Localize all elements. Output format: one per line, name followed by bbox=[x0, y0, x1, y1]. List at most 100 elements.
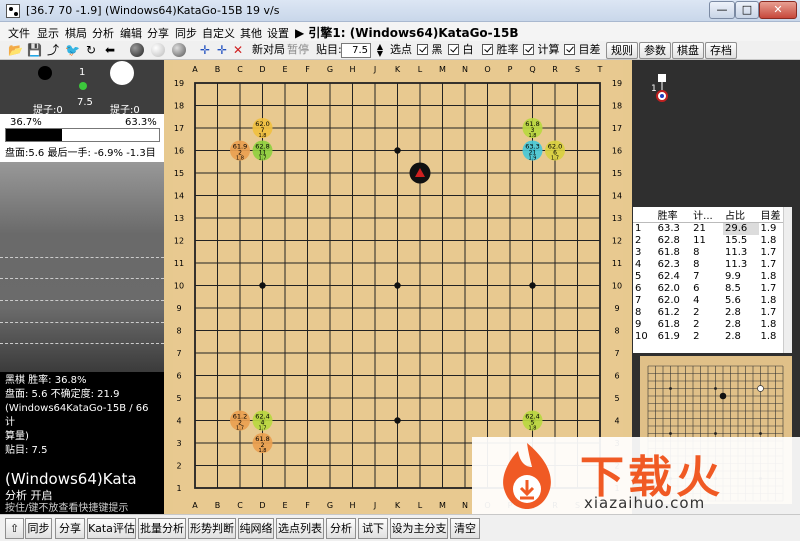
table-cell: 10 bbox=[635, 331, 648, 342]
table-row[interactable]: 10 61.9 2 2.8 1.8 bbox=[633, 331, 791, 343]
table-header-row: 胜率 计... 占比 目差 bbox=[633, 207, 791, 223]
sync-button[interactable]: 同步 bbox=[25, 518, 52, 539]
engine-selector[interactable]: ▶ 引擎1: (Windows64)KataGo-15B bbox=[295, 24, 519, 41]
window-title: [36.7 70 -1.9] (Windows64)KataGo-15B 19 … bbox=[26, 4, 280, 17]
komi-input[interactable] bbox=[341, 43, 371, 58]
table-row[interactable]: 5 62.4 7 9.9 1.8 bbox=[633, 271, 791, 283]
share-icon[interactable]: ⤴ bbox=[46, 43, 60, 57]
menu-analysis[interactable]: 分析 bbox=[92, 25, 114, 41]
column-label: N bbox=[462, 501, 468, 510]
try-button[interactable]: 试下 bbox=[358, 518, 388, 539]
table-cell: 2 bbox=[635, 235, 642, 246]
target-checkbox[interactable]: 目差 bbox=[562, 42, 601, 58]
menu-settings[interactable]: 设置 bbox=[267, 25, 289, 41]
refresh-icon[interactable]: ↻ bbox=[84, 43, 98, 57]
calc-checkbox-label: 计算 bbox=[537, 43, 560, 56]
winrate-graph[interactable] bbox=[0, 160, 164, 372]
menu-other[interactable]: 其他 bbox=[240, 25, 262, 41]
calc-check-icon[interactable] bbox=[523, 44, 534, 55]
table-cell: 4 bbox=[693, 295, 700, 306]
candidates-table[interactable]: 胜率 计... 占比 目差 1 63.3 21 29.6 1.9 2 62.8 11 15.5 1… bbox=[633, 207, 791, 353]
winrate-check-icon[interactable] bbox=[482, 44, 493, 55]
column-label: S bbox=[575, 65, 580, 74]
analysis-panel: 黑棋 胜率: 36.8% 盘面: 5.6 不确定度: 21.9 (Windows… bbox=[0, 372, 164, 514]
table-cell: 61.8 bbox=[657, 319, 680, 330]
winrate-checkbox[interactable]: 胜率 bbox=[480, 42, 519, 58]
row-label: 17 bbox=[612, 124, 622, 133]
main-branch-button[interactable]: 设为主分支 bbox=[390, 518, 448, 539]
home-icon[interactable]: ⇧ bbox=[5, 518, 24, 539]
col-header-winrate[interactable]: 胜率 bbox=[655, 207, 692, 223]
menu-sync[interactable]: 同步 bbox=[175, 25, 197, 41]
column-label: K bbox=[395, 501, 401, 510]
row-label: 5 bbox=[614, 394, 619, 403]
table-row[interactable]: 2 62.8 11 15.5 1.8 bbox=[633, 235, 791, 247]
col-header-share[interactable]: 占比 bbox=[722, 207, 759, 223]
move-number: 1 bbox=[79, 67, 86, 78]
white-checkbox[interactable]: 白 bbox=[446, 42, 474, 58]
black-stone-icon[interactable] bbox=[130, 43, 144, 57]
pure-network-button[interactable]: 纯网络 bbox=[238, 518, 274, 539]
table-row[interactable]: 8 61.2 2 2.8 1.7 bbox=[633, 307, 791, 319]
rules-button[interactable]: 规则 bbox=[606, 42, 638, 59]
table-row[interactable]: 9 61.8 2 2.8 1.8 bbox=[633, 319, 791, 331]
table-cell: 62.8 bbox=[657, 235, 680, 246]
menu-edit[interactable]: 编辑 bbox=[120, 25, 142, 41]
pause-button[interactable]: 暂停 bbox=[287, 42, 309, 58]
black-check-icon[interactable] bbox=[417, 44, 428, 55]
col-header[interactable] bbox=[633, 207, 656, 223]
target-check-icon[interactable] bbox=[564, 44, 575, 55]
candidate-score: 1.7 bbox=[259, 156, 267, 162]
menu-view[interactable]: 显示 bbox=[37, 25, 59, 41]
table-row[interactable]: 3 61.8 8 11.3 1.7 bbox=[633, 247, 791, 259]
maximize-button[interactable]: □ bbox=[735, 1, 759, 19]
add-cross-icon[interactable]: ✛ bbox=[198, 43, 212, 57]
share-button[interactable]: 分享 bbox=[55, 518, 85, 539]
komi-value: 7.5 bbox=[77, 97, 93, 108]
menu-custom[interactable]: 自定义 bbox=[202, 25, 235, 41]
komi-stepper-icon[interactable]: ▲ ▼ bbox=[373, 43, 387, 58]
row-label: 12 bbox=[174, 237, 184, 246]
star-point bbox=[529, 282, 536, 289]
table-cell: 8 bbox=[693, 259, 700, 270]
candidate-score: 1.7 bbox=[236, 426, 244, 432]
table-scrollbar[interactable] bbox=[783, 207, 792, 353]
row-label: 15 bbox=[174, 169, 184, 178]
candidate-score: 1.7 bbox=[551, 156, 559, 162]
clear-button[interactable]: 清空 bbox=[450, 518, 480, 539]
minimize-button[interactable]: — bbox=[709, 1, 735, 19]
params-button[interactable]: 参数 bbox=[639, 42, 671, 59]
column-label: E bbox=[282, 501, 287, 510]
batch-analysis-button[interactable]: 批量分析 bbox=[138, 518, 186, 539]
twitter-icon[interactable]: 🐦 bbox=[65, 43, 80, 57]
back-icon[interactable]: ⬅ bbox=[103, 43, 117, 57]
col-header-visits[interactable]: 计... bbox=[691, 207, 723, 223]
table-row[interactable]: 6 62.0 6 8.5 1.7 bbox=[633, 283, 791, 295]
white-stone-icon[interactable] bbox=[151, 43, 165, 57]
situation-button[interactable]: 形势判断 bbox=[188, 518, 236, 539]
save-game-button[interactable]: 存档 bbox=[705, 42, 737, 59]
alternate-stone-icon[interactable] bbox=[172, 43, 186, 57]
table-row[interactable]: 7 62.0 4 5.6 1.8 bbox=[633, 295, 791, 307]
kata-eval-button[interactable]: Kata评估 bbox=[87, 518, 136, 539]
open-folder-icon[interactable]: 📂 bbox=[8, 43, 23, 57]
save-icon[interactable]: 💾 bbox=[27, 43, 42, 57]
table-row[interactable]: 1 63.3 21 29.6 1.9 bbox=[633, 222, 791, 235]
calc-checkbox[interactable]: 计算 bbox=[521, 42, 560, 58]
new-game-button[interactable]: 新对局 bbox=[252, 42, 285, 58]
board-button[interactable]: 棋盘 bbox=[672, 42, 704, 59]
candidate-list-button[interactable]: 选点列表 bbox=[276, 518, 324, 539]
table-row[interactable]: 4 62.3 8 11.3 1.7 bbox=[633, 259, 791, 271]
white-check-icon[interactable] bbox=[448, 44, 459, 55]
menu-share[interactable]: 分享 bbox=[147, 25, 169, 41]
analyze-button[interactable]: 分析 bbox=[326, 518, 356, 539]
delete-icon[interactable]: ✕ bbox=[231, 43, 245, 57]
close-button[interactable]: ✕ bbox=[759, 1, 797, 19]
column-label: P bbox=[508, 65, 513, 74]
row-label: 10 bbox=[612, 282, 622, 291]
black-checkbox[interactable]: 黑 bbox=[415, 42, 443, 58]
menu-game[interactable]: 棋局 bbox=[65, 25, 87, 41]
table-cell: 5.6 bbox=[724, 295, 741, 306]
remove-cross-icon[interactable]: ✛ bbox=[215, 43, 229, 57]
menu-file[interactable]: 文件 bbox=[8, 25, 30, 41]
